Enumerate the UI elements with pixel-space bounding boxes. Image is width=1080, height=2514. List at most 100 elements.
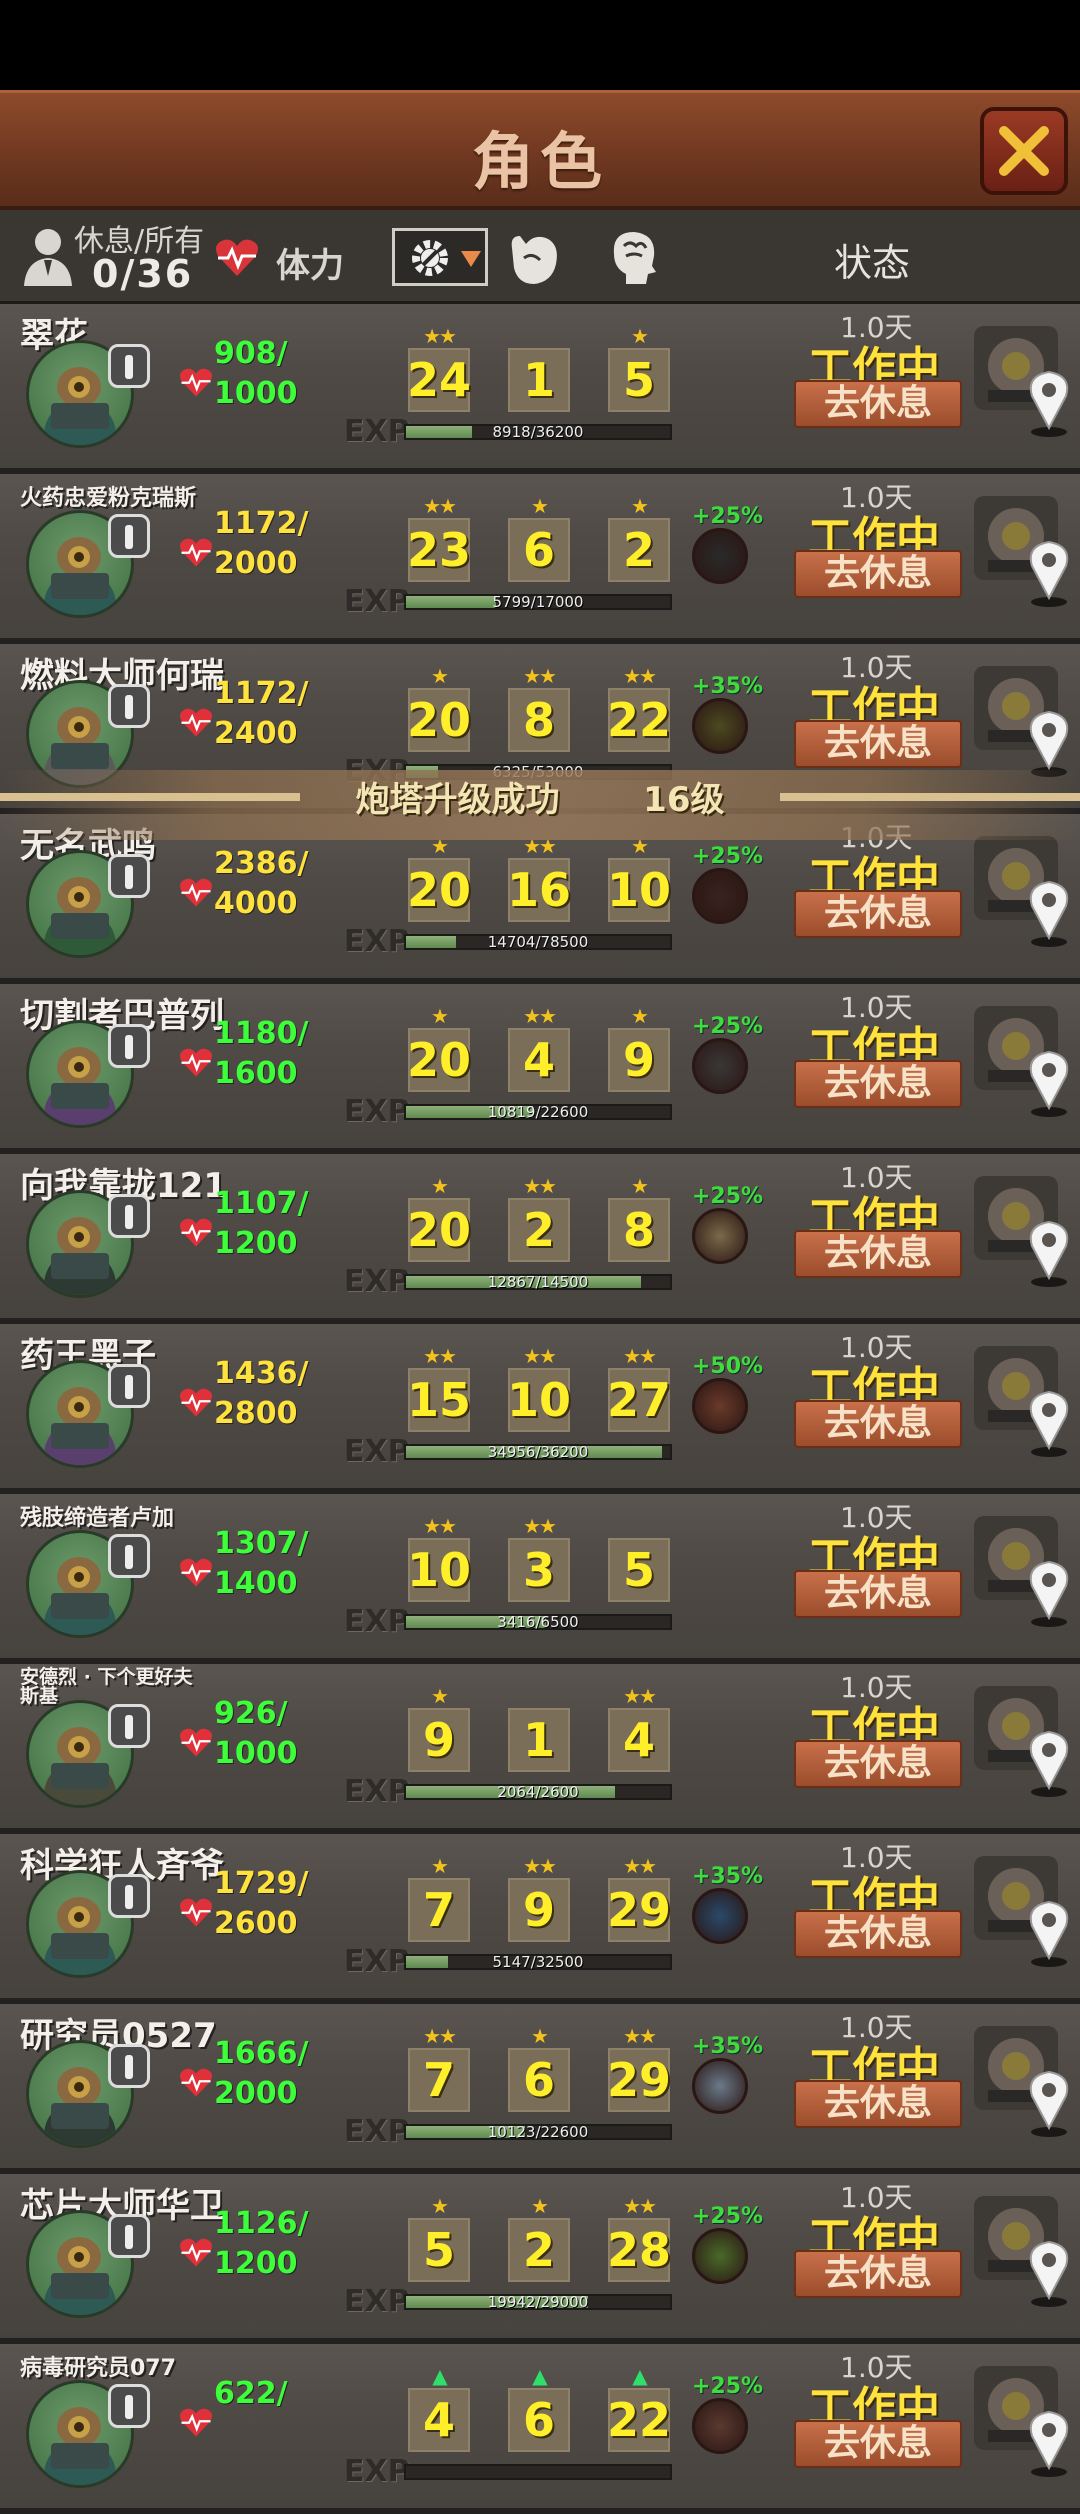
stamina-max: 4000 <box>214 886 298 921</box>
heart-icon <box>180 2238 212 2267</box>
syringe-item-icon[interactable] <box>692 1378 748 1434</box>
stamina-max: 1000 <box>214 376 298 411</box>
info-button[interactable] <box>108 2044 150 2088</box>
bonus-percent: +25% <box>692 504 764 529</box>
stamina-value: 1126/ 1200 <box>214 2204 308 2284</box>
go-rest-button[interactable]: 去休息 <box>794 890 962 938</box>
star-rating: ★★ <box>423 494 457 518</box>
stamina-current: 2386/ <box>214 846 309 881</box>
go-rest-button[interactable]: 去休息 <box>794 1060 962 1108</box>
info-button[interactable] <box>108 344 150 388</box>
go-rest-button[interactable]: 去休息 <box>794 2420 962 2468</box>
exp-progress-bar <box>404 2464 672 2480</box>
go-rest-button[interactable]: 去休息 <box>794 380 962 428</box>
canister-item-icon[interactable] <box>692 698 748 754</box>
go-rest-button[interactable]: 去休息 <box>794 550 962 598</box>
location-pin-icon[interactable] <box>1026 368 1072 438</box>
info-button[interactable] <box>108 1364 150 1408</box>
location-pin-icon[interactable] <box>1026 1218 1072 1288</box>
gun-item-icon[interactable] <box>692 868 748 924</box>
coins-item-icon[interactable] <box>692 1208 748 1264</box>
go-rest-button[interactable]: 去休息 <box>794 1910 962 1958</box>
character-row[interactable]: 药王黑子 1436/ 2800 ★★ 15 ★★ 10 ★★ 27 EXP 34… <box>0 1324 1080 1494</box>
go-rest-button[interactable]: 去休息 <box>794 1400 962 1448</box>
skill-sort-dropdown[interactable] <box>392 228 488 286</box>
info-button[interactable] <box>108 1874 150 1918</box>
exp-label: EXP <box>344 2454 410 2489</box>
skill-level-2: 8 <box>508 688 570 752</box>
star-rating: ▲ <box>632 2364 647 2388</box>
location-pin-icon[interactable] <box>1026 2068 1072 2138</box>
star-rating: ★★ <box>523 1854 557 1878</box>
skill-level-1: 9 <box>408 1708 470 1772</box>
info-button[interactable] <box>108 854 150 898</box>
none-item-icon[interactable] <box>692 2398 748 2454</box>
character-name: 残肢缔造者卢加 <box>20 1506 175 1531</box>
exp-progress-bar: 10819/22600 <box>404 1104 672 1120</box>
star-rating: ★★ <box>523 1514 557 1538</box>
stamina-max: 1400 <box>214 1566 298 1601</box>
skill-level-3: 5 <box>608 348 670 412</box>
coal-item-icon[interactable] <box>692 528 748 584</box>
go-rest-button[interactable]: 去休息 <box>794 720 962 768</box>
location-pin-icon[interactable] <box>1026 878 1072 948</box>
chip-item-icon[interactable] <box>692 2228 748 2284</box>
go-rest-button[interactable]: 去休息 <box>794 2080 962 2128</box>
info-button[interactable] <box>108 1534 150 1578</box>
character-row[interactable]: 科学狂人斉爷 1729/ 2600 ★ 7 ★★ 9 ★★ 29 EXP 514… <box>0 1834 1080 2004</box>
info-button[interactable] <box>108 684 150 728</box>
character-row[interactable]: 翠花 908/ 1000 ★★ 24 1 ★ 5 EXP 8918/36200 … <box>0 304 1080 474</box>
exp-text: 3416/6500 <box>497 1613 579 1631</box>
pen-item-icon[interactable] <box>692 1888 748 1944</box>
info-button[interactable] <box>108 1024 150 1068</box>
status-column-label: 状态 <box>834 241 911 285</box>
strength-filter-icon[interactable] <box>506 228 562 288</box>
character-row[interactable]: 火药忠爱粉克瑞斯 1172/ 2000 ★★ 23 ★ 6 ★ 2 EXP 57… <box>0 474 1080 644</box>
info-button[interactable] <box>108 1194 150 1238</box>
character-row[interactable]: 芯片大师华卫 1126/ 1200 ★ 5 ★ 2 ★★ 28 EXP 1994… <box>0 2174 1080 2344</box>
go-rest-button[interactable]: 去休息 <box>794 1230 962 1278</box>
star-rating: ★ <box>631 1174 649 1198</box>
saw-item-icon[interactable] <box>692 1038 748 1094</box>
location-pin-icon[interactable] <box>1026 1728 1072 1798</box>
skill-level-1: 15 <box>407 1368 471 1432</box>
location-pin-icon[interactable] <box>1026 2238 1072 2308</box>
character-row[interactable]: 研究员0527 1666/ 2000 ★★ 7 ★ 6 ★★ 29 EXP 10… <box>0 2004 1080 2174</box>
bonus-percent: +50% <box>692 1354 764 1379</box>
close-button[interactable] <box>980 107 1068 195</box>
exp-label: EXP <box>344 1604 410 1639</box>
exp-label: EXP <box>344 2114 410 2149</box>
location-pin-icon[interactable] <box>1026 1898 1072 1968</box>
stamina-sort-button[interactable]: 体力 <box>214 230 364 288</box>
location-pin-icon[interactable] <box>1026 1558 1072 1628</box>
exp-text: 5799/17000 <box>492 593 584 611</box>
exp-label: EXP <box>344 1434 410 1469</box>
go-rest-button[interactable]: 去休息 <box>794 1570 962 1618</box>
exp-text: 14704/78500 <box>487 933 589 951</box>
location-pin-icon[interactable] <box>1026 708 1072 778</box>
location-pin-icon[interactable] <box>1026 1048 1072 1118</box>
exp-progress-bar: 2064/2600 <box>404 1784 672 1800</box>
go-rest-button[interactable]: 去休息 <box>794 2250 962 2298</box>
flask-item-icon[interactable] <box>692 2058 748 2114</box>
location-pin-icon[interactable] <box>1026 538 1072 608</box>
character-row[interactable]: 残肢缔造者卢加 1307/ 1400 ★★ 10 ★★ 3 5 EXP 3416… <box>0 1494 1080 1664</box>
info-button[interactable] <box>108 1704 150 1748</box>
intelligence-filter-icon[interactable] <box>606 226 660 288</box>
info-button[interactable] <box>108 514 150 558</box>
info-button[interactable] <box>108 2214 150 2258</box>
stamina-current: 1126/ <box>214 2206 309 2241</box>
heart-icon <box>180 1898 212 1927</box>
stamina-value: 1172/ 2400 <box>214 674 308 754</box>
location-pin-icon[interactable] <box>1026 1388 1072 1458</box>
go-rest-button[interactable]: 去休息 <box>794 1740 962 1788</box>
character-row[interactable]: 病毒研究员077 622/ ▲ 4 ▲ 6 ▲ 22 EXP +25% 1.0天… <box>0 2344 1080 2514</box>
star-rating: ★★ <box>623 1344 657 1368</box>
info-button[interactable] <box>108 2384 150 2428</box>
bonus-percent: +35% <box>692 2034 764 2059</box>
character-row[interactable]: 安德烈 · 下个更好夫斯基 926/ 1000 ★ 9 1 ★★ 4 EXP 2… <box>0 1664 1080 1834</box>
location-pin-icon[interactable] <box>1026 2408 1072 2478</box>
character-row[interactable]: 切割者巴普列 1180/ 1600 ★ 20 ★★ 4 ★ 9 EXP 1081… <box>0 984 1080 1154</box>
character-row[interactable]: 向我靠拢121 1107/ 1200 ★ 20 ★★ 2 ★ 8 EXP 128… <box>0 1154 1080 1324</box>
exp-label: EXP <box>344 1774 410 1809</box>
